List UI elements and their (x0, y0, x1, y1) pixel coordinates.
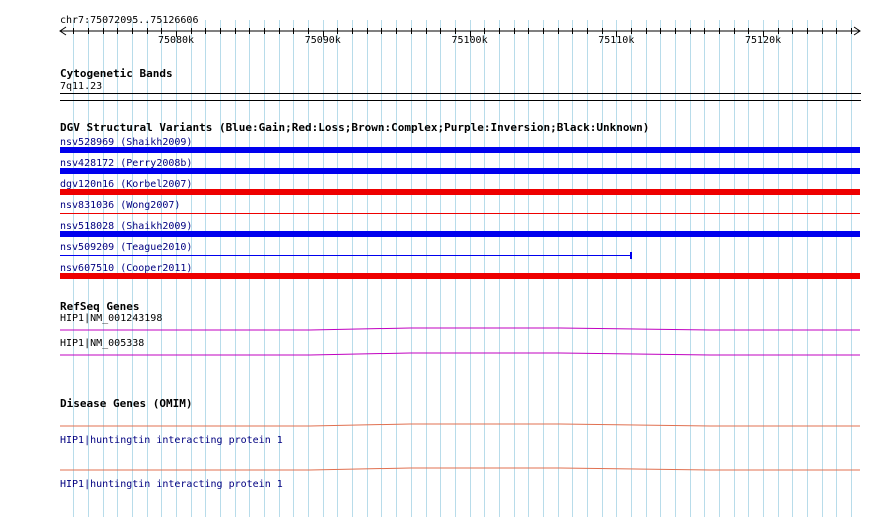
refseq-gene-label[interactable]: HIP1|NM_001243198 (60, 313, 162, 325)
dgv-variant-feature[interactable] (60, 255, 631, 256)
dgv-variant-feature[interactable] (60, 168, 860, 174)
refseq-gene-feature[interactable] (0, 326, 890, 332)
omim-gene-label[interactable]: HIP1|huntingtin interacting protein 1 (60, 479, 283, 491)
dgv-variant-label[interactable]: nsv509209 (Teague2010) (60, 242, 192, 254)
ruler-tick-label: 75090k (304, 35, 341, 46)
cytoband-bar-top (60, 93, 861, 94)
ruler-tick-label: 75120k (744, 35, 782, 46)
dgv-variant-feature[interactable] (60, 147, 860, 153)
refseq-gene-feature[interactable] (0, 351, 890, 357)
omim-gene-label[interactable]: HIP1|huntingtin interacting protein 1 (60, 435, 283, 447)
ruler-tick-label: 75080k (157, 35, 195, 46)
omim-track-title: Disease Genes (OMIM) (60, 397, 193, 410)
ruler-tick-label: 75100k (451, 35, 488, 46)
cytoband-bar-bottom (60, 100, 861, 101)
omim-gene-feature[interactable] (0, 466, 890, 472)
refseq-gene-label[interactable]: HIP1|NM_005338 (60, 338, 144, 350)
dgv-variant-feature[interactable] (60, 231, 860, 237)
dgv-track-title: DGV Structural Variants (Blue:Gain;Red:L… (60, 121, 650, 134)
cytoband-track-title: Cytogenetic Bands (60, 67, 173, 80)
cytoband-label[interactable]: 7q11.23 (60, 81, 102, 93)
refseq-track-title: RefSeq Genes (60, 300, 140, 313)
dgv-variant-label[interactable]: nsv831036 (Wong2007) (60, 200, 180, 212)
dgv-variant-feature[interactable] (60, 189, 860, 195)
ruler-tick-label: 75110k (598, 35, 635, 46)
dgv-variant-feature[interactable] (60, 273, 860, 279)
dgv-variant-feature[interactable] (60, 213, 860, 214)
omim-gene-feature[interactable] (0, 422, 890, 428)
dgv-variant-end-cap (629, 252, 632, 259)
